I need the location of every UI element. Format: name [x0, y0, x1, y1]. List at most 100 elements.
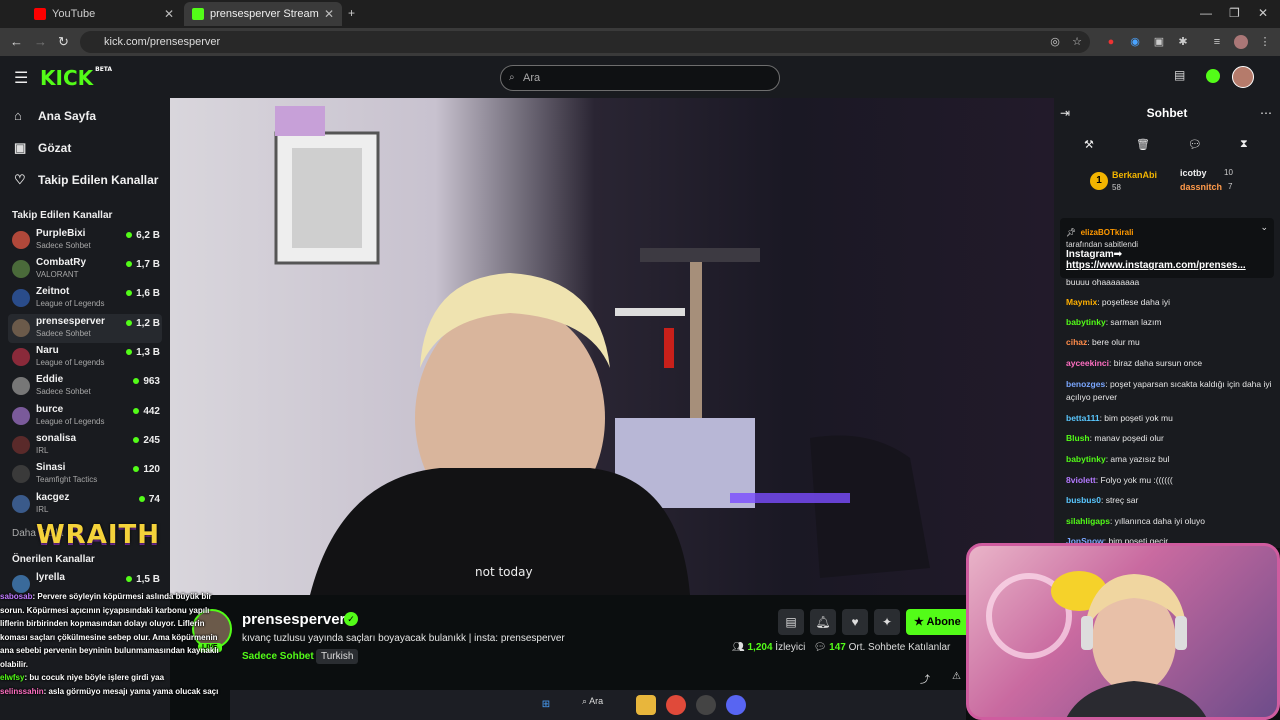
profile-avatar[interactable]: [1234, 35, 1248, 49]
hourglass-icon[interactable]: ⧗: [1240, 138, 1248, 151]
report-icon[interactable]: ⚠: [952, 671, 961, 682]
close-tab-icon[interactable]: ✕: [164, 7, 174, 21]
share-icon[interactable]: ⤴: [920, 671, 930, 686]
chat-message: Maymix: poşetlese daha iyi: [1066, 297, 1170, 307]
chat-username[interactable]: cihaz: [1066, 337, 1087, 347]
channel-item[interactable]: sonalisa IRL 245: [8, 431, 162, 460]
leader-name[interactable]: dassnitch: [1180, 182, 1222, 192]
channel-item[interactable]: Sinasi Teamfight Tactics 120: [8, 460, 162, 489]
theater-icon[interactable]: ▤: [1174, 68, 1185, 82]
gift-button[interactable]: ✦: [874, 609, 900, 635]
nav-browse[interactable]: ▣ Gözat: [14, 140, 71, 156]
minimize-icon[interactable]: —: [1200, 6, 1212, 20]
taskbar-search[interactable]: ⌕ Ara: [582, 696, 603, 707]
channel-category: Teamfight Tactics: [36, 475, 98, 484]
channel-viewers: 1,2 B: [126, 318, 160, 329]
channel-name: Eddie: [36, 374, 64, 385]
nav-label: Takip Edilen Kanallar: [38, 173, 159, 187]
browser-menu-icon[interactable]: ⋮: [1258, 35, 1272, 49]
hamburger-menu-icon[interactable]: ☰: [14, 68, 28, 88]
nav-following[interactable]: ♡ Takip Edilen Kanallar: [14, 172, 158, 188]
chat-username[interactable]: benozges: [1066, 379, 1105, 389]
chat-menu-icon[interactable]: ⋯: [1260, 106, 1272, 120]
overlay-chat: sabosab: Pervere söyleyin köpürmesi aslı…: [0, 590, 230, 698]
chat-username[interactable]: silahligaps: [1066, 516, 1110, 526]
url-text: kick.com/prensesperver: [104, 36, 221, 48]
extensions-puzzle-icon[interactable]: ✱: [1176, 35, 1190, 49]
search-input[interactable]: ⌕ Ara: [500, 65, 780, 91]
channel-category: Sadece Sohbet: [36, 329, 91, 338]
user-avatar[interactable]: [1232, 66, 1254, 88]
chat-username[interactable]: babytinky: [1066, 317, 1106, 327]
search-placeholder: Ara: [523, 72, 541, 84]
chat-bubble-icon[interactable]: 💬︎: [1188, 138, 1202, 151]
back-icon[interactable]: ←: [10, 34, 23, 49]
bell-icon: 🔔︎: [815, 615, 831, 629]
leader-name[interactable]: BerkanAbi: [1112, 170, 1157, 180]
windows-start-icon[interactable]: ⊞: [536, 695, 556, 715]
channel-name: Naru: [36, 345, 59, 356]
kick-logo[interactable]: KICK BETA: [40, 66, 112, 90]
channel-item[interactable]: CombatRy VALORANT 1,7 B: [8, 255, 162, 284]
chat-username[interactable]: babytinky: [1066, 454, 1106, 464]
reading-list-icon[interactable]: ≡: [1210, 35, 1224, 49]
extension-icon[interactable]: ◉: [1128, 35, 1142, 49]
chat-username[interactable]: Maymix: [1066, 297, 1097, 307]
extension-icon[interactable]: ▣: [1152, 35, 1166, 49]
app-icon[interactable]: [696, 695, 716, 715]
channel-item[interactable]: Naru League of Legends 1,3 B: [8, 343, 162, 372]
stream-category[interactable]: Sadece Sohbet: [242, 651, 314, 662]
streamer-name[interactable]: prensesperver: [242, 611, 345, 628]
kick-coin-icon[interactable]: [1206, 69, 1220, 83]
notification-button[interactable]: 🔔︎: [810, 609, 836, 635]
shirt-print: not today: [475, 565, 533, 579]
chevron-down-icon[interactable]: ⌄: [1260, 222, 1268, 233]
channel-item-selected[interactable]: prensesperver Sadece Sohbet 1,2 B: [8, 314, 162, 343]
restore-icon[interactable]: ❐: [1229, 6, 1240, 20]
language-tag[interactable]: Turkish: [316, 649, 359, 664]
video-frame: not today: [274, 106, 930, 595]
follow-button[interactable]: ♥: [842, 609, 868, 635]
close-window-icon[interactable]: ✕: [1258, 6, 1268, 20]
chat-message: babytinky: sarman lazım: [1066, 317, 1162, 327]
chat-message: Blush: manav poşedi olur: [1066, 433, 1164, 443]
chat-title: Sohbet: [1146, 106, 1188, 120]
channel-item[interactable]: PurpleBixi Sadece Sohbet 6,2 B: [8, 226, 162, 255]
channel-item[interactable]: Zeitnot League of Legends 1,6 B: [8, 284, 162, 313]
close-tab-icon[interactable]: ✕: [324, 7, 334, 21]
channel-item[interactable]: Eddie Sadece Sohbet 963: [8, 372, 162, 401]
chat-username[interactable]: Blush: [1066, 433, 1090, 443]
chrome-icon[interactable]: [666, 695, 686, 715]
file-explorer-icon[interactable]: [636, 695, 656, 715]
channel-name: kacgez: [36, 492, 70, 503]
overlay-username: selinssahin: [0, 686, 44, 696]
channel-item[interactable]: burce League of Legends 442: [8, 402, 162, 431]
wraith-overlay-logo: WRAITH: [36, 520, 160, 550]
chat-message: buuuu ohaaaaaaaa: [1066, 276, 1276, 289]
forward-icon[interactable]: →: [34, 34, 47, 49]
extension-icon[interactable]: ●: [1104, 35, 1118, 49]
clip-button[interactable]: ▤: [778, 609, 804, 635]
chat-username[interactable]: ayceekinci: [1066, 358, 1109, 368]
pinned-link[interactable]: https://www.instagram.com/prenses...: [1066, 260, 1268, 271]
chat-username[interactable]: busbus0: [1066, 495, 1101, 505]
tab-kick[interactable]: prensesperver Stream - Wa ✕: [184, 2, 342, 26]
eye-off-icon[interactable]: ◎: [1048, 35, 1062, 49]
video-player[interactable]: not today: [170, 98, 1054, 595]
bookmark-star-icon[interactable]: ☆: [1070, 35, 1084, 49]
channel-item[interactable]: kacgez IRL 74: [8, 490, 162, 519]
tab-youtube[interactable]: YouTube ✕: [26, 2, 182, 26]
new-tab-icon[interactable]: +: [348, 6, 355, 20]
chat-message: betta111: bim poşeti yok mu: [1066, 413, 1173, 423]
channel-viewers: 1,7 B: [126, 259, 160, 270]
nav-home[interactable]: ⌂ Ana Sayfa: [14, 108, 96, 123]
discord-icon[interactable]: [726, 695, 746, 715]
mod-hammer-icon[interactable]: ⚒: [1084, 138, 1094, 151]
trash-icon[interactable]: 🗑︎: [1136, 138, 1150, 151]
chat-username[interactable]: 8violett: [1066, 475, 1096, 485]
chat-username[interactable]: betta111: [1066, 413, 1100, 423]
leader-name[interactable]: icotby: [1180, 168, 1207, 178]
reload-icon[interactable]: ↻: [58, 34, 69, 50]
url-field[interactable]: kick.com/prensesperver: [80, 31, 1090, 53]
pinned-message[interactable]: 📌︎ elizaBOTkirali tarafından sabitlendi …: [1060, 218, 1274, 278]
